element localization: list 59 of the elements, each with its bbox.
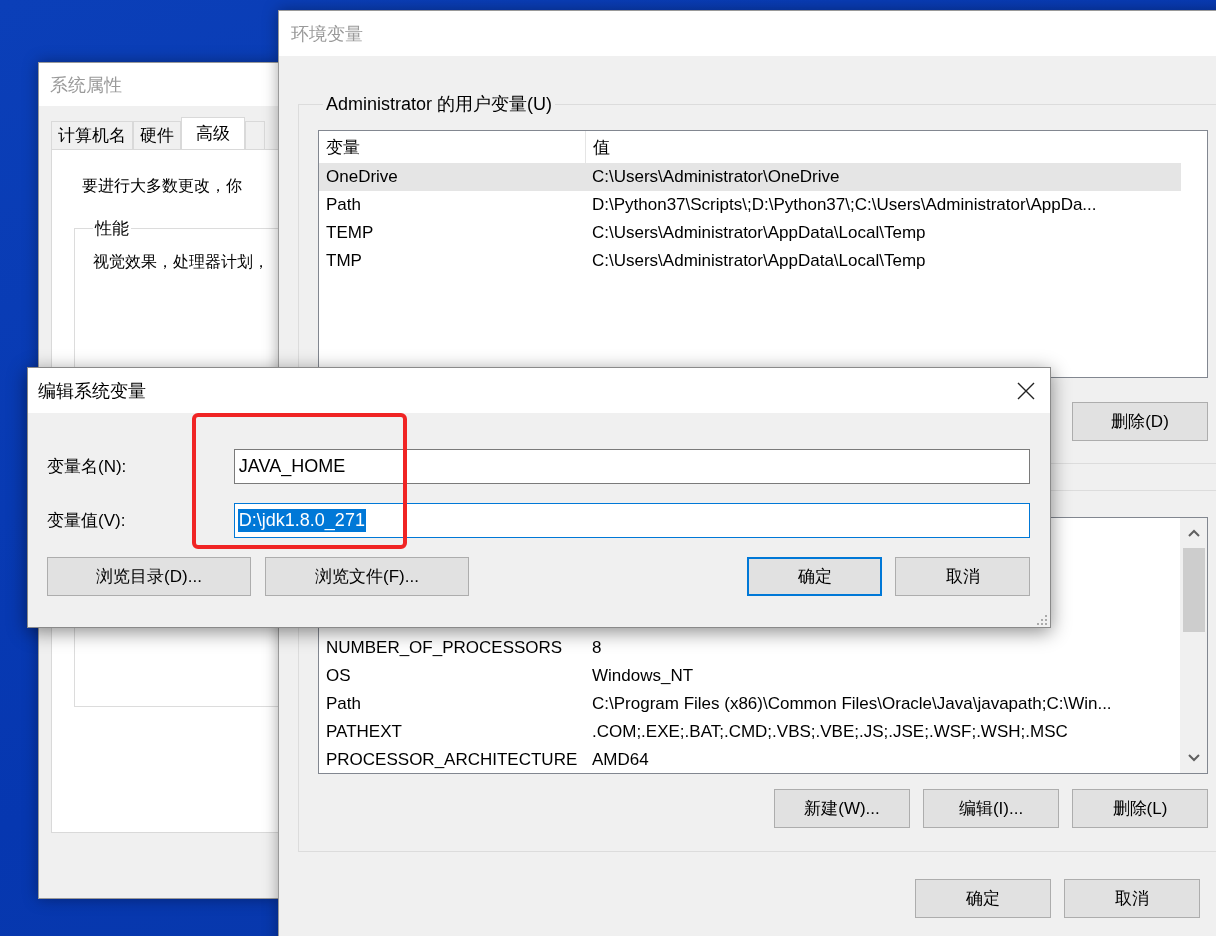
variable-value: C:\Users\Administrator\OneDrive <box>592 167 840 187</box>
variable-value: C:\Users\Administrator\AppData\Local\Temp <box>592 223 926 243</box>
list-row[interactable]: OS Windows_NT <box>319 662 1180 690</box>
intro-text: 要进行大多数更改，你 <box>81 176 242 196</box>
dialog-button[interactable]: 确定 <box>747 557 882 596</box>
field-label: 变量名(N): <box>47 456 128 478</box>
column-header[interactable]: 值 <box>586 131 610 163</box>
action-button[interactable]: 删除(L) <box>1072 789 1208 828</box>
list-row[interactable]: PROCESSOR_ARCHITECTURE AMD64 <box>319 746 1180 773</box>
window-title: 环境变量 <box>291 22 363 46</box>
field-label: 变量值(V): <box>47 510 127 532</box>
variable-value: .COM;.EXE;.BAT;.CMD;.VBS;.VBE;.JS;.JSE;.WSF;.WSH;.MSC <box>592 722 1068 742</box>
window-title: 编辑系统变量 <box>38 379 146 403</box>
variable-name: OS <box>325 666 352 686</box>
delete-button[interactable]: 删除(D) <box>1072 402 1208 441</box>
list-row[interactable]: TMP C:\Users\Administrator\AppData\Local\Temp <box>319 247 1181 275</box>
variable-name: PROCESSOR_ARCHITECTURE <box>325 750 579 770</box>
variable-name: Path <box>325 195 362 215</box>
browse-button[interactable]: 浏览目录(D)... <box>47 557 251 596</box>
variable-value: 8 <box>592 638 602 658</box>
variable-value: C:\Program Files (x86)\Common Files\Oracle\Java\javapath;C:\Win... <box>592 694 1112 714</box>
list-row[interactable]: OneDrive C:\Users\Administrator\OneDrive <box>319 163 1181 191</box>
tab[interactable]: 高级 <box>181 117 245 149</box>
variable-value: C:\Users\Administrator\AppData\Local\Temp <box>592 251 926 271</box>
list-row[interactable]: TEMP C:\Users\Administrator\AppData\Local\Temp <box>319 219 1181 247</box>
scrollbar[interactable] <box>1180 518 1207 773</box>
dialog-button[interactable]: 确定 <box>915 879 1051 918</box>
variable-value: D:\Python37\Scripts\;D:\Python37\;C:\Users\Administrator\AppDa... <box>592 195 1097 215</box>
description-text: 视觉效果，处理器计划， <box>93 252 269 272</box>
tab[interactable]: 硬件 <box>133 121 181 149</box>
variable-value: Windows_NT <box>592 666 694 686</box>
variable-name: TMP <box>325 251 363 271</box>
scroll-down-icon[interactable] <box>1186 753 1201 763</box>
list-row[interactable]: NUMBER_OF_PROCESSORS 8 <box>319 634 1180 662</box>
action-button[interactable]: 编辑(I)... <box>923 789 1059 828</box>
group-label: 性能 <box>93 218 130 240</box>
input-field[interactable]: JAVA_HOME <box>233 449 1030 484</box>
variable-name: TEMP <box>325 223 375 243</box>
window-title: 系统属性 <box>50 73 122 97</box>
variable-name: PATHEXT <box>325 722 403 742</box>
variable-name: Path <box>325 694 362 714</box>
variable-value: AMD64 <box>592 750 649 770</box>
scroll-up-icon[interactable] <box>1186 528 1201 538</box>
variable-name: OneDrive <box>325 167 399 187</box>
list-row[interactable]: Path C:\Program Files (x86)\Common Files\Oracle\Java\javapath;C:\Win... <box>319 690 1180 718</box>
variable-name: NUMBER_OF_PROCESSORS <box>325 638 564 658</box>
dialog-button[interactable]: 取消 <box>895 557 1030 596</box>
group-label: Administrator 的用户变量(U) <box>325 93 554 116</box>
dialog-button[interactable]: 取消 <box>1064 879 1200 918</box>
tab[interactable] <box>245 121 265 149</box>
scrollbar-thumb[interactable] <box>1182 548 1205 632</box>
close-icon[interactable] <box>1016 380 1036 401</box>
resize-grip-icon[interactable] <box>1036 614 1048 626</box>
input-field[interactable]: D:\jdk1.8.0_271 <box>233 503 1030 538</box>
action-button[interactable]: 新建(W)... <box>774 789 910 828</box>
tab[interactable]: 计算机名 <box>51 121 133 149</box>
list-row[interactable]: Path D:\Python37\Scripts\;D:\Python37\;C:\Users\Administrator\AppDa... <box>319 191 1181 219</box>
browse-button[interactable]: 浏览文件(F)... <box>265 557 469 596</box>
list-row[interactable]: PATHEXT .COM;.EXE;.BAT;.CMD;.VBS;.VBE;.JS;.JSE;.WSF;.WSH;.MSC <box>319 718 1180 746</box>
